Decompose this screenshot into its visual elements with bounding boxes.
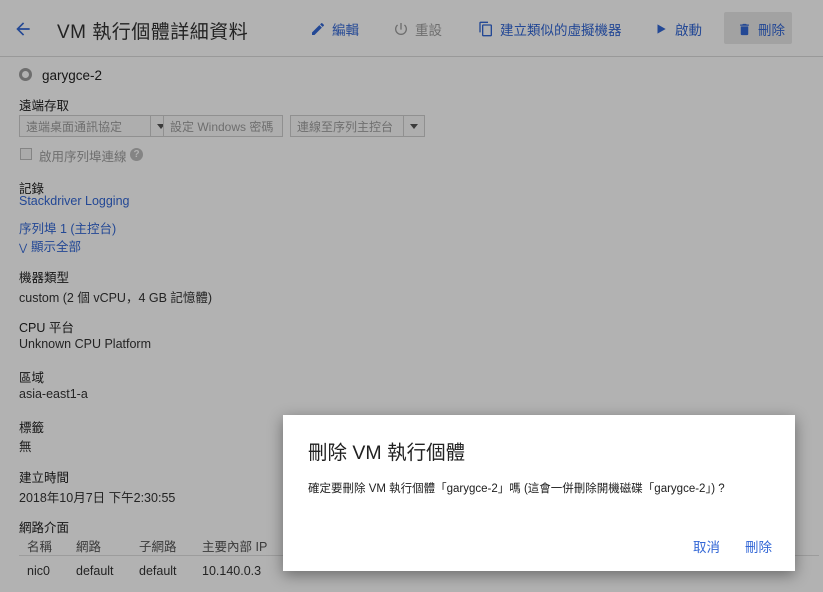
confirm-delete-button[interactable]: 刪除: [745, 536, 772, 556]
dialog-title: 刪除 VM 執行個體: [308, 442, 466, 464]
delete-confirm-dialog: 刪除 VM 執行個體 確定要刪除 VM 執行個體「garygce-2」嗎 (這會…: [283, 415, 795, 571]
dialog-message: 確定要刪除 VM 執行個體「garygce-2」嗎 (這會一併刪除開機磁碟「ga…: [308, 483, 725, 495]
cancel-button[interactable]: 取消: [693, 536, 720, 556]
vm-details-page: VM 執行個體詳細資料 編輯 重設 建立類似的虛擬機器 啟動 刪除 garygc…: [0, 0, 823, 592]
